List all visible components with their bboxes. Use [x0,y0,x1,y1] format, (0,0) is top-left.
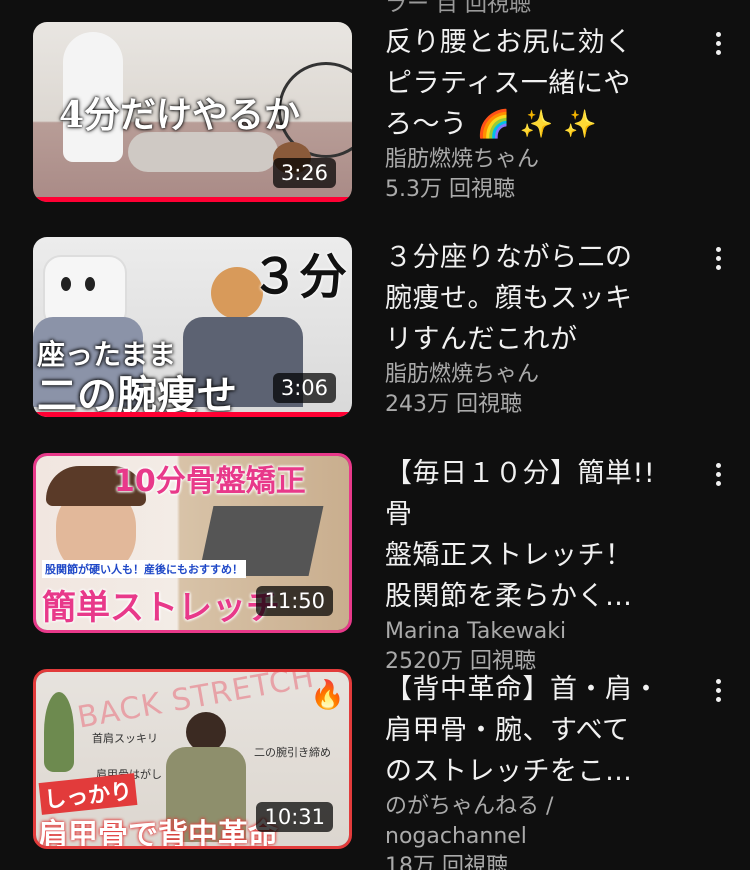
more-vert-icon[interactable] [706,247,730,275]
video-title[interactable]: 【背中革命】首・肩・ 肩甲骨・腕、すべて のストレッチをこ… [385,669,675,792]
duration-badge: 3:06 [272,373,336,403]
video-thumbnail[interactable]: 10分骨盤矯正 股関節が硬い人も！産後にもおすすめ！ 簡単ストレッチ 11:50 [33,453,352,633]
more-vert-icon[interactable] [706,679,730,707]
thumbnail-caption: 首肩スッキリ [92,732,158,745]
duration-badge: 10:31 [256,802,333,832]
video-title[interactable]: ３分座りながら二の 腕痩せ。顔もスッキ リすんだこれが [385,237,675,360]
thumbnail-caption: ３分 [251,249,348,305]
more-vert-icon[interactable] [706,32,730,60]
thumbnail-caption: 二の腕痩せ [37,372,237,417]
video-item[interactable]: ３分 座ったまま 二の腕痩せ 3:06 ３分座りながら二の 腕痩せ。顔もスッキ … [0,237,750,437]
video-item[interactable]: 4分だけやるか 3:26 反り腰とお尻に効く ピラティス一緒にや ろ〜う 🌈 ✨… [0,22,750,222]
thumbnail-caption: 簡単ストレッチ [42,588,280,628]
watch-progress-bar [33,412,352,417]
video-info[interactable]: 反り腰とお尻に効く ピラティス一緒にや ろ〜う 🌈 ✨ ✨ 脂肪燃焼ちゃん 5.… [385,22,675,205]
video-info[interactable]: 【毎日１０分】簡単!!骨 盤矯正ストレッチ！ 股関節を柔らかく… Marina … [385,453,675,677]
video-thumbnail[interactable]: ３分 座ったまま 二の腕痩せ 3:06 [33,237,352,417]
view-count: 18万 回視聴 [385,854,508,870]
video-info[interactable]: ３分座りながら二の 腕痩せ。顔もスッキ リすんだこれが 脂肪燃焼ちゃん 243万… [385,237,675,420]
duration-badge: 11:50 [256,586,333,616]
video-info[interactable]: 【背中革命】首・肩・ 肩甲骨・腕、すべて のストレッチをこ… のがちゃんねる /… [385,669,675,870]
channel-name[interactable]: 脂肪燃焼ちゃん [385,145,675,175]
thumbnail-caption: 4分だけやるか [59,94,301,136]
channel-name[interactable]: のがちゃんねる / nogachannel [385,792,675,852]
video-thumbnail[interactable]: 4分だけやるか 3:26 [33,22,352,202]
thumbnail-caption: 肩甲骨で背中革命 [38,818,278,849]
channel-name[interactable]: Marina Takewaki [385,617,675,647]
video-thumbnail[interactable]: BACK STRETCH 首肩スッキリ 肩甲骨はがし 二の腕引き締め しっかり … [33,669,352,849]
video-title[interactable]: 【毎日１０分】簡単!!骨 盤矯正ストレッチ！ 股関節を柔らかく… [385,453,675,617]
cut-off-meta: ラー 目 回視聴 [385,0,531,17]
thumbnail-caption: 10分骨盤矯正 [114,464,306,499]
video-feed: ラー 目 回視聴 4分だけやるか 3:26 反り腰とお尻に効く ピラティス一緒に… [0,0,750,870]
view-count: 243万 回視聴 [385,392,522,417]
video-item[interactable]: 10分骨盤矯正 股関節が硬い人も！産後にもおすすめ！ 簡単ストレッチ 11:50… [0,453,750,674]
more-vert-icon[interactable] [706,463,730,491]
thumbnail-caption: 股関節が硬い人も！産後にもおすすめ！ [42,560,246,578]
thumbnail-caption: 二の腕引き締め [254,746,331,759]
video-title[interactable]: 反り腰とお尻に効く ピラティス一緒にや ろ〜う 🌈 ✨ ✨ [385,22,675,145]
fire-icon: 🔥 [310,678,345,711]
watch-progress-bar [33,197,352,202]
channel-name[interactable]: 脂肪燃焼ちゃん [385,360,675,390]
view-count: 5.3万 回視聴 [385,177,515,202]
video-item[interactable]: BACK STRETCH 首肩スッキリ 肩甲骨はがし 二の腕引き締め しっかり … [0,669,750,870]
duration-badge: 3:26 [272,158,336,188]
